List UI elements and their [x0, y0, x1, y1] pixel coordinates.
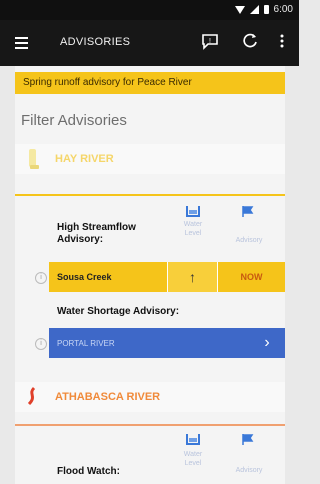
river-marker-icon	[29, 149, 39, 169]
advisory-flag-icon	[242, 206, 254, 217]
status-icons: 6:00	[234, 4, 293, 15]
info-icon[interactable]: i	[35, 338, 47, 350]
water-level-label: Water Level	[183, 451, 203, 467]
spring-runoff-banner[interactable]: Spring runoff advisory for Peace River	[15, 72, 285, 94]
hay-river-divider	[15, 194, 285, 196]
advisories-content: Spring runoff advisory for Peace River F…	[15, 66, 285, 484]
station-name-portal-river: PORTAL RIVER	[57, 338, 115, 348]
station-name-sousa-creek: Sousa Creek	[49, 262, 167, 292]
svg-text:!: !	[209, 38, 211, 45]
athabasca-divider	[15, 424, 285, 426]
signal-icon	[249, 5, 259, 14]
advisory-title-high-streamflow: High Streamflow Advisory:	[57, 222, 136, 245]
river-header-hay[interactable]: HAY RIVER	[15, 144, 285, 174]
water-level-icon	[186, 434, 200, 445]
water-level-icon	[186, 206, 200, 217]
status-badge: NOW	[217, 262, 285, 292]
feedback-icon[interactable]: !	[200, 31, 220, 51]
page-title: ADVISORIES	[60, 36, 131, 48]
battery-icon	[263, 5, 269, 14]
river-header-athabasca[interactable]: ATHABASCA RIVER	[15, 382, 285, 412]
advisory-row-sousa-creek[interactable]: Sousa Creek ↑ NOW	[49, 262, 285, 292]
chevron-right-icon[interactable]: ›	[249, 328, 285, 358]
arrow-up-icon: ↑	[167, 262, 217, 292]
app-bar: ADVISORIES !	[0, 20, 299, 66]
refresh-icon[interactable]	[240, 31, 260, 51]
advisory-flag-icon	[242, 434, 254, 445]
water-level-label: Water Level	[183, 221, 203, 237]
menu-icon[interactable]	[15, 37, 28, 49]
advisory-label: Advisory	[235, 467, 263, 474]
wifi-icon	[234, 5, 245, 14]
advisory-label: Advisory	[235, 237, 263, 244]
advisory-title-water-shortage: Water Shortage Advisory:	[57, 306, 180, 317]
river-name-athabasca: ATHABASCA RIVER	[55, 391, 161, 403]
filter-advisories-label[interactable]: Filter Advisories	[21, 112, 127, 129]
status-bar: 6:00	[0, 0, 299, 20]
advisory-title-flood-watch: Flood Watch:	[57, 466, 120, 477]
status-time: 6:00	[273, 4, 293, 15]
more-vert-icon[interactable]	[278, 31, 286, 51]
advisory-row-portal-river[interactable]: PORTAL RIVER ›	[49, 328, 285, 358]
river-marker-icon	[27, 386, 36, 406]
river-name-hay: HAY RIVER	[55, 153, 114, 165]
info-icon[interactable]: i	[35, 272, 47, 284]
